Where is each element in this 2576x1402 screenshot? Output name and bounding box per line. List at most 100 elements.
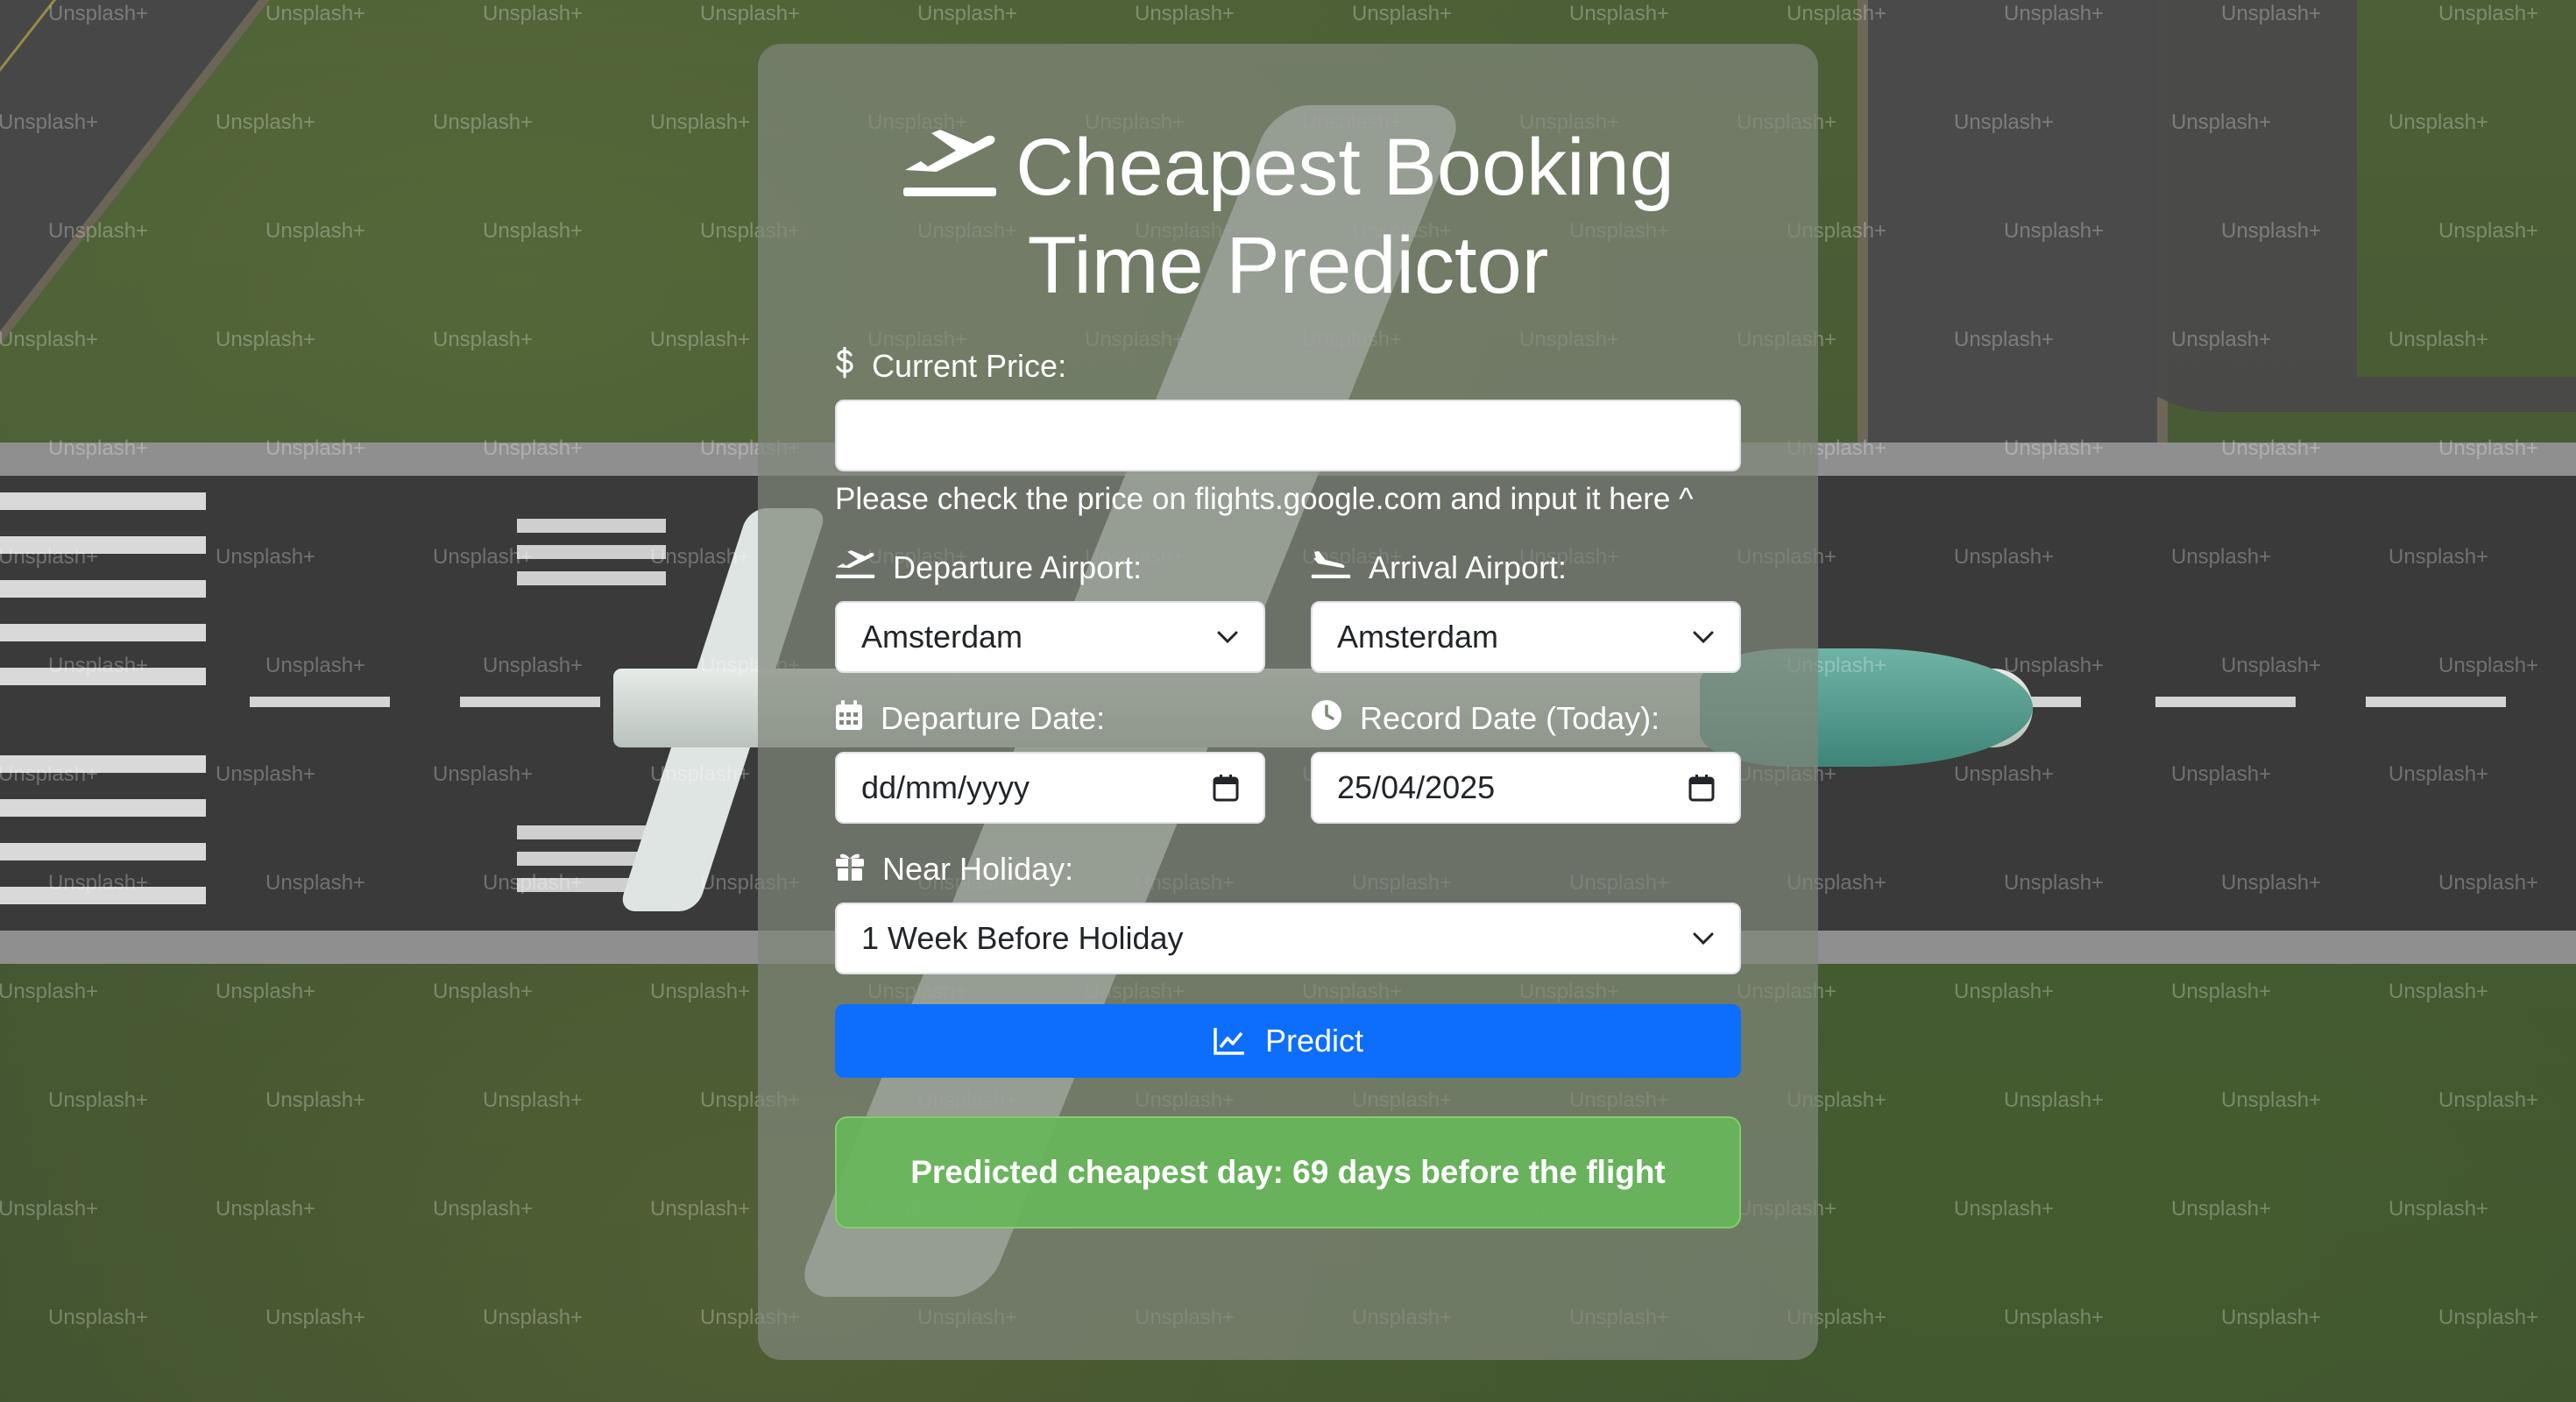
arrival-airport-select[interactable]: Amsterdam xyxy=(1311,601,1741,673)
touchdown-mark xyxy=(517,545,666,559)
record-date-label-row: Record Date (Today): xyxy=(1311,699,1741,738)
calendar-picker-icon[interactable] xyxy=(1688,774,1715,802)
record-date-label: Record Date (Today): xyxy=(1360,700,1660,736)
watermark-text: Unsplash+ xyxy=(48,2,149,25)
watermark-text: Unsplash+ xyxy=(483,1306,584,1329)
watermark-text: Unsplash+ xyxy=(2221,2,2322,25)
watermark-text: Unsplash+ xyxy=(650,980,751,1003)
watermark-text: Unsplash+ xyxy=(216,980,316,1003)
watermark-text: Unsplash+ xyxy=(2171,762,2272,786)
watermark-text: Unsplash+ xyxy=(265,2,366,25)
departure-airport-select[interactable]: Amsterdam xyxy=(835,601,1265,673)
record-date-input[interactable]: 25/04/2025 xyxy=(1311,752,1741,824)
watermark-text: Unsplash+ xyxy=(2221,219,2322,243)
touchdown-mark xyxy=(517,519,666,533)
watermark-text: Unsplash+ xyxy=(2221,1306,2322,1329)
watermark-text: Unsplash+ xyxy=(2388,762,2489,786)
watermark-text: Unsplash+ xyxy=(265,871,366,895)
watermark-text: Unsplash+ xyxy=(650,545,751,569)
runway-threshold-mark xyxy=(0,799,206,817)
chevron-down-icon xyxy=(1693,631,1714,644)
gift-icon xyxy=(835,850,865,889)
watermark-text: Unsplash+ xyxy=(917,2,1018,25)
watermark-text: Unsplash+ xyxy=(483,1088,584,1112)
watermark-text: Unsplash+ xyxy=(1954,762,2055,786)
near-holiday-label-row: Near Holiday: xyxy=(835,850,1741,889)
watermark-text: Unsplash+ xyxy=(433,110,534,134)
watermark-text: Unsplash+ xyxy=(650,110,751,134)
departure-date-label: Departure Date: xyxy=(881,700,1106,736)
watermark-text: Unsplash+ xyxy=(700,2,801,25)
departure-airport-value: Amsterdam xyxy=(861,619,1023,655)
record-date-value: 25/04/2025 xyxy=(1337,769,1496,805)
prediction-result-text: Predicted cheapest day: 69 days before t… xyxy=(910,1154,1666,1190)
calendar-picker-icon[interactable] xyxy=(1213,774,1239,802)
watermark-text: Unsplash+ xyxy=(483,219,584,243)
record-date-group: Record Date (Today): 25/04/2025 xyxy=(1311,699,1741,824)
plane-arrival-icon xyxy=(1311,549,1351,588)
watermark-text: Unsplash+ xyxy=(265,1306,366,1329)
runway-centerline xyxy=(2366,697,2506,707)
watermark-text: Unsplash+ xyxy=(1954,110,2055,134)
watermark-text: Unsplash+ xyxy=(2171,328,2272,351)
watermark-text: Unsplash+ xyxy=(2171,545,2272,569)
watermark-text: Unsplash+ xyxy=(265,1088,366,1112)
watermark-text: Unsplash+ xyxy=(2388,110,2489,134)
watermark-text: Unsplash+ xyxy=(216,545,316,569)
watermark-text: Unsplash+ xyxy=(2221,1088,2322,1112)
watermark-text: Unsplash+ xyxy=(48,1306,149,1329)
watermark-text: Unsplash+ xyxy=(48,871,149,895)
watermark-text: Unsplash+ xyxy=(0,980,99,1003)
touchdown-mark xyxy=(517,571,666,585)
price-label-row: Current Price: xyxy=(835,345,1741,386)
watermark-text: Unsplash+ xyxy=(2438,1088,2539,1112)
taxiway-bend xyxy=(2094,0,2576,412)
watermark-text: Unsplash+ xyxy=(2004,2,2105,25)
watermark-text: Unsplash+ xyxy=(433,762,534,786)
page-title: Cheapest Booking Time Predictor xyxy=(835,121,1741,312)
watermark-text: Unsplash+ xyxy=(48,219,149,243)
watermark-text: Unsplash+ xyxy=(216,110,316,134)
watermark-text: Unsplash+ xyxy=(48,1088,149,1112)
watermark-text: Unsplash+ xyxy=(1954,545,2055,569)
predictor-card: Cheapest Booking Time Predictor Current … xyxy=(758,44,1818,1360)
calendar-icon xyxy=(835,699,863,739)
watermark-text: Unsplash+ xyxy=(433,328,534,351)
arrival-airport-label-row: Arrival Airport: xyxy=(1311,549,1741,587)
watermark-text: Unsplash+ xyxy=(1954,328,2055,351)
watermark-text: Unsplash+ xyxy=(2438,654,2539,677)
watermark-text: Unsplash+ xyxy=(650,762,751,786)
near-holiday-select[interactable]: 1 Week Before Holiday xyxy=(835,903,1741,974)
watermark-text: Unsplash+ xyxy=(2221,871,2322,895)
watermark-text: Unsplash+ xyxy=(2388,545,2489,569)
predict-button-label: Predict xyxy=(1264,1023,1364,1059)
predict-button[interactable]: Predict xyxy=(835,1004,1741,1078)
watermark-text: Unsplash+ xyxy=(216,762,316,786)
departure-date-label-row: Departure Date: xyxy=(835,699,1265,738)
watermark-text: Unsplash+ xyxy=(2438,2,2539,25)
departure-airport-label-row: Departure Airport: xyxy=(835,549,1265,587)
arrival-airport-label: Arrival Airport: xyxy=(1369,549,1568,585)
watermark-text: Unsplash+ xyxy=(1352,2,1453,25)
plane-departure-icon xyxy=(902,126,998,219)
watermark-text: Unsplash+ xyxy=(48,654,149,677)
price-hint: Please check the price on flights.google… xyxy=(835,482,1694,516)
watermark-text: Unsplash+ xyxy=(2004,1088,2105,1112)
watermark-text: Unsplash+ xyxy=(2004,871,2105,895)
watermark-text: Unsplash+ xyxy=(1569,2,1670,25)
watermark-text: Unsplash+ xyxy=(2171,980,2272,1003)
watermark-text: Unsplash+ xyxy=(2004,1306,2105,1329)
chevron-down-icon xyxy=(1217,631,1238,644)
watermark-text: Unsplash+ xyxy=(433,545,534,569)
watermark-text: Unsplash+ xyxy=(2438,436,2539,460)
departure-airport-label: Departure Airport: xyxy=(893,549,1143,585)
watermark-text: Unsplash+ xyxy=(2221,654,2322,677)
watermark-text: Unsplash+ xyxy=(483,2,584,25)
runway-threshold-mark xyxy=(0,580,206,598)
watermark-text: Unsplash+ xyxy=(2388,980,2489,1003)
price-input[interactable] xyxy=(835,400,1741,471)
watermark-text: Unsplash+ xyxy=(650,328,751,351)
chevron-down-icon xyxy=(1693,932,1714,945)
departure-date-input[interactable]: dd/mm/yyyy xyxy=(835,752,1265,824)
watermark-text: Unsplash+ xyxy=(2438,219,2539,243)
